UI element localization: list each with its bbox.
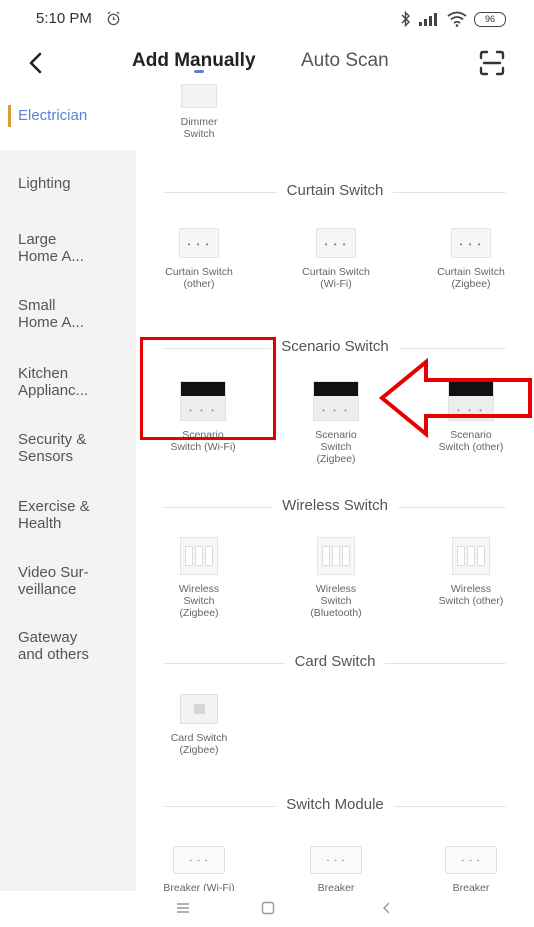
sidebar-item-electrician[interactable]: Electrician [18, 107, 128, 124]
sidebar-selected-indicator [8, 105, 11, 127]
device-breaker-3[interactable]: - - - Breaker [416, 846, 526, 894]
device-breaker-2[interactable]: - - - Breaker [281, 846, 391, 894]
category-sidebar: Electrician Lighting Large Home A... Sma… [0, 88, 136, 891]
device-curtain-switch-wifi[interactable]: • • • Curtain Switch (Wi-Fi) [281, 228, 391, 290]
switch-module-icon: - - - [173, 846, 225, 874]
device-wireless-switch-bluetooth[interactable]: Wireless Switch (Bluetooth) [281, 537, 391, 619]
device-wireless-switch-zigbee[interactable]: Wireless Switch (Zigbee) [144, 537, 254, 619]
sidebar-item-small-home-appliances[interactable]: Small Home A... [18, 297, 128, 331]
sidebar-item-large-home-appliances[interactable]: Large Home A... [18, 231, 128, 265]
back-button[interactable] [22, 48, 52, 78]
device-breaker-wifi[interactable]: - - - Breaker (Wi-Fi) [144, 846, 254, 894]
bluetooth-icon [401, 11, 410, 27]
alarm-clock-icon [107, 11, 120, 26]
sidebar-item-video-surveillance[interactable]: Video Sur- veillance [18, 564, 128, 598]
sidebar-item-exercise-health[interactable]: Exercise & Health [18, 498, 128, 532]
battery-icon: 96 [474, 11, 506, 27]
sidebar-item-lighting[interactable]: Lighting [18, 175, 128, 192]
switch-module-icon: - - - [310, 846, 362, 874]
system-nav-bar [0, 891, 534, 927]
wireless-switch-icon [452, 537, 490, 575]
sidebar-item-security-sensors[interactable]: Security & Sensors [18, 431, 128, 465]
section-header-curtain-switch: Curtain Switch [136, 182, 534, 202]
home-icon[interactable] [261, 901, 275, 915]
curtain-switch-icon: • • • [451, 228, 491, 258]
section-header-wireless-switch: Wireless Switch [136, 497, 534, 517]
curtain-switch-icon: • • • [316, 228, 356, 258]
sidebar-item-gateway-and-others[interactable]: Gateway and others [18, 629, 128, 663]
status-bar: 5:10 PM 96 [0, 0, 534, 38]
annotation-arrow-icon [378, 357, 532, 439]
section-header-card-switch: Card Switch [136, 653, 534, 673]
card-switch-icon [180, 694, 218, 724]
tab-auto-scan[interactable]: Auto Scan [301, 50, 389, 72]
nav-back-icon[interactable] [380, 901, 394, 915]
wifi-icon [447, 11, 467, 27]
annotation-highlight-box [140, 337, 276, 440]
section-header-switch-module: Switch Module [136, 796, 534, 816]
status-time: 5:10 PM [36, 10, 92, 27]
header: Add Manually Auto Scan [0, 38, 534, 88]
scenario-switch-icon: • • • [313, 381, 359, 421]
sidebar-item-kitchen-appliances[interactable]: Kitchen Applianc... [18, 365, 128, 399]
scan-qr-icon[interactable] [478, 49, 506, 77]
device-wireless-switch-other[interactable]: Wireless Switch (other) [416, 537, 526, 607]
device-curtain-switch-other[interactable]: • • • Curtain Switch (other) [144, 228, 254, 290]
dimmer-switch-icon [181, 84, 217, 108]
device-dimmer-switch[interactable]: Dimmer Switch [144, 84, 254, 140]
status-icons: 96 [400, 10, 506, 28]
signal-icon [419, 13, 437, 26]
curtain-switch-icon: • • • [179, 228, 219, 258]
switch-module-icon: - - - [445, 846, 497, 874]
menu-icon[interactable] [176, 901, 190, 915]
wireless-switch-icon [180, 537, 218, 575]
device-list: Dimmer Switch Curtain Switch • • • Curta… [136, 84, 534, 894]
wireless-switch-icon [317, 537, 355, 575]
device-card-switch-zigbee[interactable]: Card Switch (Zigbee) [144, 694, 254, 756]
device-scenario-switch-zigbee[interactable]: • • • Scenario Switch (Zigbee) [281, 381, 391, 465]
tab-add-manually[interactable]: Add Manually [132, 50, 256, 72]
battery-level: 96 [484, 13, 495, 24]
device-curtain-switch-zigbee[interactable]: • • • Curtain Switch (Zigbee) [416, 228, 526, 290]
tab-indicator [194, 70, 204, 73]
